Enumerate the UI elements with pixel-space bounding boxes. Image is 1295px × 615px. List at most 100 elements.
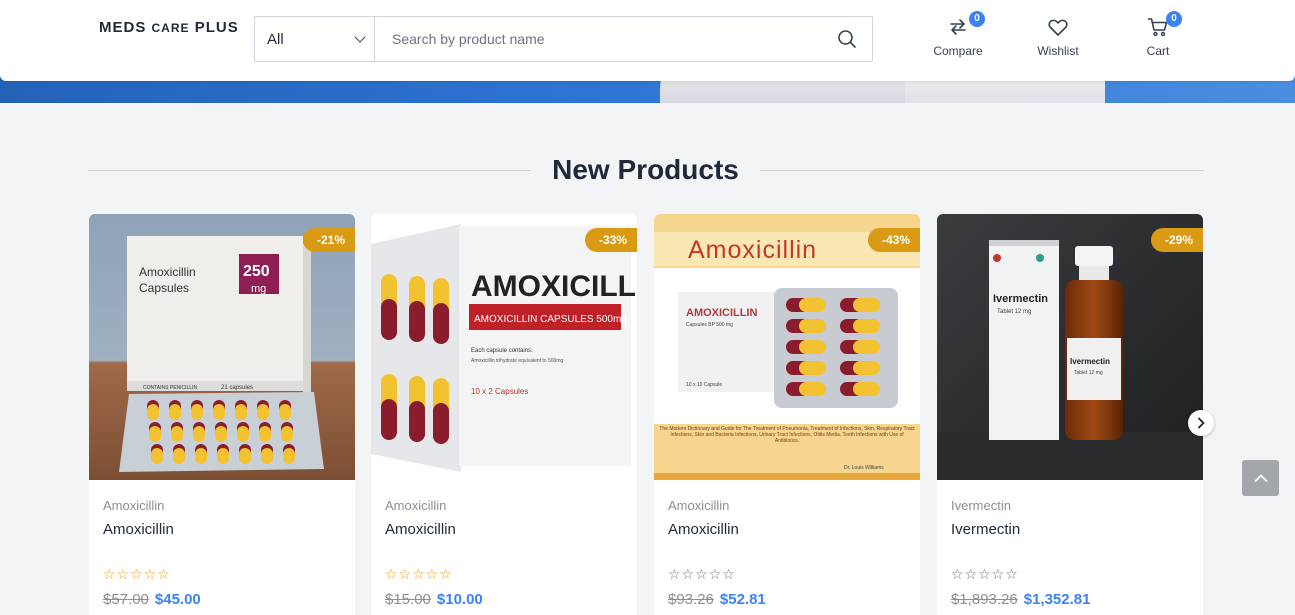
svg-text:AMOXICILLIN CAPSULES 500mg: AMOXICILLIN CAPSULES 500mg — [474, 314, 627, 325]
svg-text:Tablet 12 mg: Tablet 12 mg — [1074, 370, 1103, 376]
sale-price: $1,352.81 — [1023, 591, 1091, 608]
product-card[interactable]: Ivermectin Tablet 12 mg Ivermectin Table… — [937, 214, 1203, 615]
chevron-up-icon — [1254, 474, 1267, 482]
capsule-graphic — [259, 422, 271, 442]
svg-text:Ivermectin: Ivermectin — [1070, 357, 1110, 366]
search-button[interactable] — [822, 17, 872, 61]
search-bar: All — [254, 16, 873, 62]
product-image[interactable]: Ivermectin Tablet 12 mg Ivermectin Table… — [937, 214, 1203, 480]
old-price: $1,893.26 — [951, 591, 1018, 608]
discount-badge: -21% — [302, 228, 355, 252]
capsule-graphic — [786, 382, 826, 396]
product-category[interactable]: Ivermectin — [951, 498, 1189, 513]
svg-text:Amoxicillin: Amoxicillin — [139, 265, 196, 279]
capsule-graphic — [840, 319, 880, 333]
svg-text:250: 250 — [243, 263, 270, 280]
product-image[interactable]: AMOXICILLIN AMOXICILLIN CAPSULES 500mg E… — [371, 214, 637, 480]
svg-text:Tablet 12 mg: Tablet 12 mg — [997, 309, 1031, 315]
svg-text:CONTAINS PENICILLIN: CONTAINS PENICILLIN — [143, 385, 197, 391]
capsule-graphic — [261, 444, 273, 464]
capsule-graphic — [433, 278, 449, 344]
cart-label: Cart — [1146, 44, 1170, 58]
rating-stars: ☆☆☆☆☆ — [951, 566, 1019, 582]
capsule-graphic — [281, 422, 293, 442]
capsule-graphic — [840, 361, 880, 375]
svg-text:Capsules BP 500 mg: Capsules BP 500 mg — [686, 322, 733, 328]
product-card[interactable]: Amoxicillin AMOXICILLIN Capsules BP 500 … — [654, 214, 920, 615]
rating-stars: ☆☆☆☆☆ — [385, 566, 453, 582]
sale-price: $52.81 — [719, 591, 766, 608]
product-image[interactable]: Amoxicillin Capsules 250 mg 21 capsules … — [89, 214, 355, 480]
svg-text:AMOXICILLIN: AMOXICILLIN — [471, 270, 637, 303]
capsule-graphic — [169, 400, 181, 420]
svg-text:10 x 2 Capsules: 10 x 2 Capsules — [471, 387, 528, 396]
svg-text:Capsules: Capsules — [139, 281, 189, 295]
product-card[interactable]: Amoxicillin Capsules 250 mg 21 capsules … — [89, 214, 355, 615]
heart-icon — [1048, 19, 1068, 36]
old-price: $57.00 — [103, 591, 149, 608]
capsule-graphic — [409, 376, 425, 442]
capsule-graphic — [840, 298, 880, 312]
logo-text-care: CARE — [151, 21, 190, 35]
svg-text:Dr. Louis Williams: Dr. Louis Williams — [844, 465, 884, 471]
category-select[interactable]: All — [255, 17, 375, 61]
svg-text:10 x 10 Capsule: 10 x 10 Capsule — [686, 382, 722, 388]
capsule-graphic — [433, 378, 449, 444]
rating-stars: ☆☆☆☆☆ — [103, 566, 171, 582]
product-price: $15.00 $10.00 — [385, 591, 623, 608]
product-image[interactable]: Amoxicillin AMOXICILLIN Capsules BP 500 … — [654, 214, 920, 480]
search-input[interactable] — [375, 17, 822, 61]
svg-text:Amoxicillin: Amoxicillin — [688, 236, 817, 264]
product-card[interactable]: AMOXICILLIN AMOXICILLIN CAPSULES 500mg E… — [371, 214, 637, 615]
site-logo[interactable]: MEDS CARE PLUS — [99, 19, 239, 36]
product-category[interactable]: Amoxicillin — [668, 498, 906, 513]
site-header: MEDS CARE PLUS All 0 Compare Wishlist 0 … — [0, 0, 1295, 81]
compare-button[interactable]: 0 Compare — [923, 11, 993, 58]
chevron-down-icon — [354, 31, 366, 43]
capsule-graphic — [786, 340, 826, 354]
capsule-graphic — [217, 444, 229, 464]
carousel-next-button[interactable] — [1188, 410, 1214, 436]
capsule-graphic — [381, 274, 397, 340]
capsule-graphic — [193, 422, 205, 442]
sale-price: $45.00 — [154, 591, 201, 608]
category-select-value: All — [267, 30, 284, 48]
product-name[interactable]: Amoxicillin — [103, 521, 341, 538]
capsule-graphic — [279, 400, 291, 420]
cart-button[interactable]: 0 Cart — [1123, 11, 1193, 58]
capsule-graphic — [409, 276, 425, 342]
cart-count-badge: 0 — [1166, 11, 1182, 27]
product-name[interactable]: Amoxicillin — [668, 521, 906, 538]
capsule-graphic — [171, 422, 183, 442]
compare-count-badge: 0 — [969, 11, 985, 27]
capsule-graphic — [381, 374, 397, 440]
capsule-graphic — [151, 444, 163, 464]
discount-badge: -33% — [584, 228, 637, 252]
back-to-top-button[interactable] — [1242, 460, 1279, 496]
product-price: $93.26 $52.81 — [668, 591, 906, 608]
heading-divider-left — [88, 170, 531, 171]
discount-badge: -29% — [1150, 228, 1203, 252]
capsule-graphic — [840, 382, 880, 396]
capsule-graphic — [237, 422, 249, 442]
section-heading: New Products — [88, 152, 1204, 192]
svg-text:Amoxicillin trihydrate equival: Amoxicillin trihydrate equivalent to 500… — [471, 358, 563, 364]
product-name[interactable]: Amoxicillin — [385, 521, 623, 538]
product-price: $1,893.26 $1,352.81 — [951, 591, 1189, 608]
capsule-graphic — [235, 400, 247, 420]
capsule-graphic — [195, 444, 207, 464]
product-price: $57.00 $45.00 — [103, 591, 341, 608]
capsule-graphic — [147, 400, 159, 420]
capsule-graphic — [786, 319, 826, 333]
capsule-graphic — [213, 400, 225, 420]
capsule-graphic — [191, 400, 203, 420]
capsule-graphic — [786, 298, 826, 312]
product-name[interactable]: Ivermectin — [951, 521, 1189, 538]
old-price: $93.26 — [668, 591, 714, 608]
product-category[interactable]: Amoxicillin — [103, 498, 341, 513]
product-category[interactable]: Amoxicillin — [385, 498, 623, 513]
logo-text-main: MEDS — [99, 19, 152, 36]
logo-text-plus: PLUS — [189, 19, 239, 36]
wishlist-button[interactable]: Wishlist — [1023, 16, 1093, 58]
old-price: $15.00 — [385, 591, 431, 608]
